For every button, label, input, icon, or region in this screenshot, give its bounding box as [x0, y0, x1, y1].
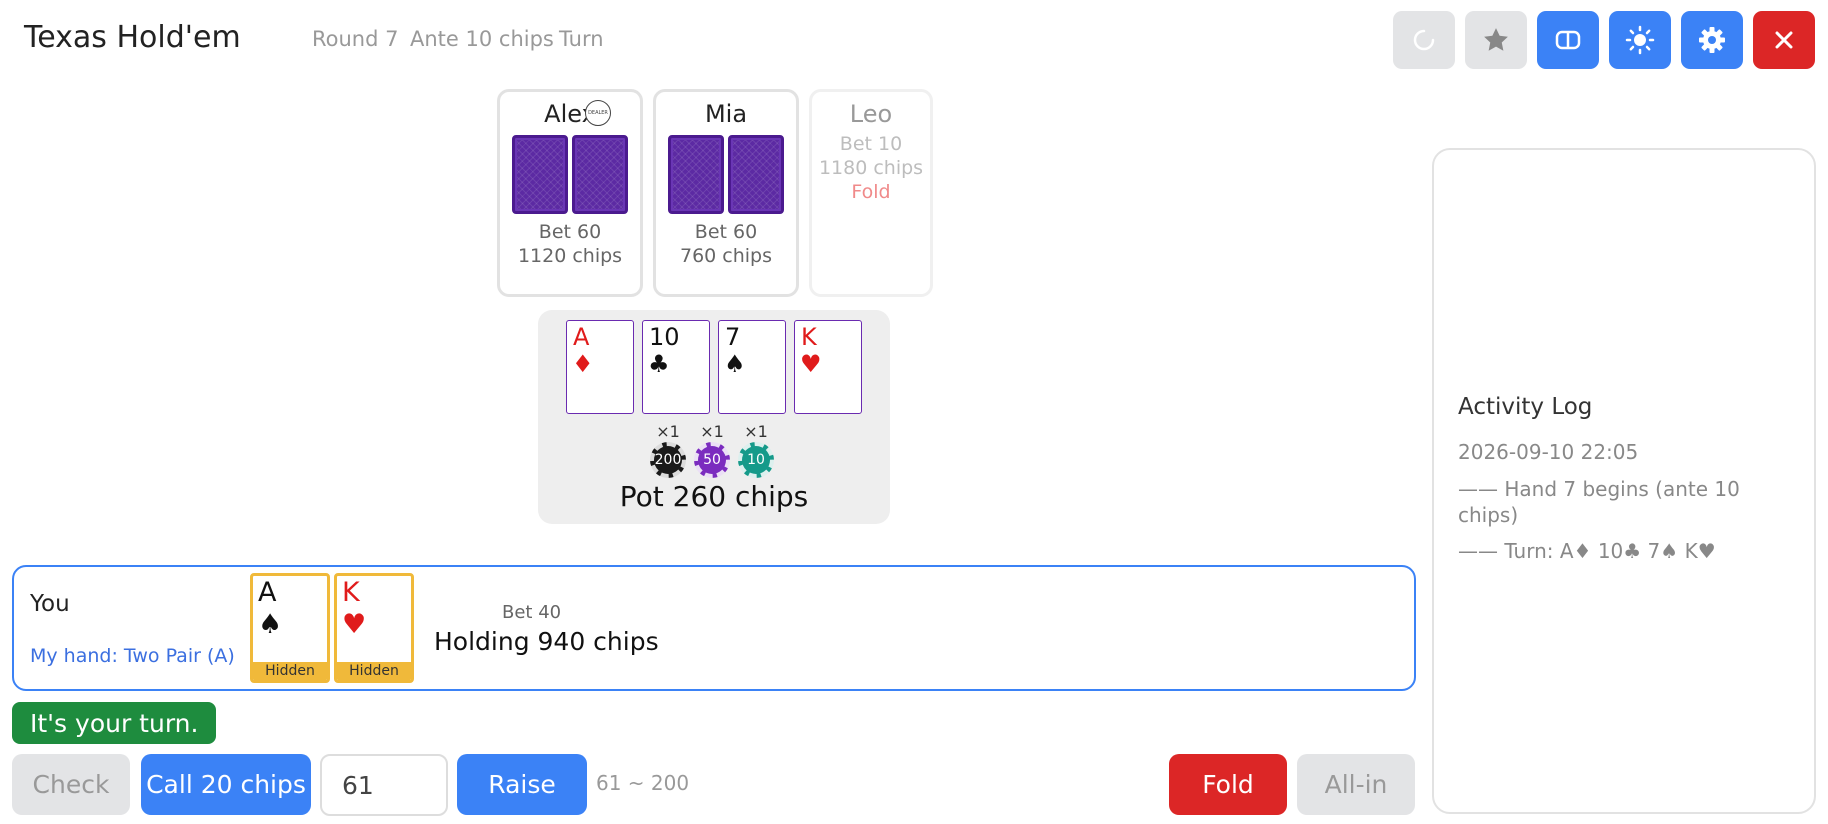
settings-button[interactable]	[1681, 11, 1743, 69]
card-rank: 7	[725, 323, 741, 351]
player-bet: Bet 40	[502, 602, 562, 623]
close-icon	[1775, 31, 1793, 49]
hidden-tag: Hidden	[337, 662, 411, 680]
card-back	[668, 135, 724, 214]
refresh-icon	[1413, 29, 1435, 51]
spade-suit-icon: ♠	[258, 609, 283, 640]
pot-total: Pot 260 chips	[619, 480, 809, 513]
allin-button[interactable]: All-in	[1297, 754, 1415, 815]
player-name: Mia	[704, 100, 748, 128]
app-title: Texas Hold'em	[24, 20, 241, 55]
log-entry: —— Turn: A♦ 10♣ 7♠ K♥	[1458, 539, 1716, 563]
opponent-seat-mia: Mia Bet 60 760 chips	[653, 89, 799, 297]
layout-icon	[1555, 30, 1581, 50]
ante-label: Ante 10 chips	[410, 27, 554, 51]
player-panel: You My hand: Two Pair (A) A ♠ Hidden K ♥…	[12, 565, 1416, 691]
hidden-tag: Hidden	[253, 662, 327, 680]
chip-count: ×1	[744, 422, 768, 441]
player-chips: 1180 chips	[818, 157, 924, 179]
diamond-suit-icon: ♦	[572, 350, 594, 378]
log-title: Activity Log	[1458, 394, 1593, 420]
player-chips: 1120 chips	[517, 245, 623, 267]
dealer-button-icon: DEALER	[585, 100, 611, 126]
log-timestamp: 2026-09-10 22:05	[1458, 440, 1639, 464]
opponent-seat-alex: Alex DEALER Bet 60 1120 chips	[497, 89, 643, 297]
fold-button[interactable]: Fold	[1169, 754, 1287, 815]
heart-suit-icon: ♥	[800, 350, 822, 378]
layout-button[interactable]	[1537, 11, 1599, 69]
star-icon	[1484, 28, 1508, 51]
spade-suit-icon: ♠	[724, 350, 746, 378]
chip-count: ×1	[656, 422, 680, 441]
player-label: You	[30, 591, 70, 617]
round-label: Round 7	[312, 27, 399, 51]
hole-card[interactable]: A ♠ Hidden	[250, 573, 330, 683]
call-button[interactable]: Call 20 chips	[141, 754, 311, 815]
hole-card[interactable]: K ♥ Hidden	[334, 573, 414, 683]
player-bet: Bet 60	[694, 221, 758, 243]
player-name: Alex	[544, 100, 596, 128]
community-board: A ♦ 10 ♣ 7 ♠ K ♥ ×1 200 ×1 50 ×1 10 Pot …	[538, 310, 890, 524]
close-button[interactable]	[1753, 11, 1815, 69]
player-name: Leo	[849, 100, 893, 128]
raise-button[interactable]: Raise	[457, 754, 587, 815]
heart-suit-icon: ♥	[342, 609, 367, 640]
chip-200-icon: 200	[650, 442, 686, 478]
player-bet: Bet 60	[538, 221, 602, 243]
card-rank: 10	[649, 323, 680, 351]
chip-50-icon: 50	[694, 442, 730, 478]
chip-count: ×1	[700, 422, 724, 441]
fold-status: Fold	[851, 181, 891, 203]
card-back	[728, 135, 784, 214]
card-rank: K	[801, 323, 817, 351]
community-card: K ♥	[794, 320, 862, 414]
community-card: 10 ♣	[642, 320, 710, 414]
refresh-button[interactable]	[1393, 11, 1455, 69]
community-card: 7 ♠	[718, 320, 786, 414]
card-back	[512, 135, 568, 214]
raise-amount-input[interactable]	[320, 754, 448, 816]
favorite-button[interactable]	[1465, 11, 1527, 69]
card-back	[572, 135, 628, 214]
stage-label: Turn	[559, 27, 604, 51]
card-rank: A	[258, 577, 277, 608]
player-chips: Holding 940 chips	[434, 627, 659, 656]
brightness-button[interactable]	[1609, 11, 1671, 69]
check-button[interactable]: Check	[12, 754, 130, 815]
hand-description: My hand: Two Pair (A)	[30, 645, 235, 667]
log-entry: —— Hand 7 begins (ante 10 chips)	[1458, 477, 1740, 527]
turn-banner: It's your turn.	[12, 702, 217, 744]
raise-range: 61 ~ 200	[596, 771, 690, 795]
player-bet: Bet 10	[839, 133, 903, 155]
card-rank: A	[573, 323, 590, 351]
gear-icon	[1699, 27, 1725, 53]
activity-log-panel[interactable]: Activity Log 2026-09-10 22:05 —— Hand 7 …	[1432, 148, 1816, 814]
card-rank: K	[342, 577, 360, 608]
player-chips: 760 chips	[679, 245, 773, 267]
community-card: A ♦	[566, 320, 634, 414]
club-suit-icon: ♣	[648, 350, 670, 378]
opponent-seat-leo: Leo Bet 10 1180 chips Fold	[809, 89, 933, 297]
chip-10-icon: 10	[738, 442, 774, 478]
brightness-icon	[1625, 25, 1655, 55]
